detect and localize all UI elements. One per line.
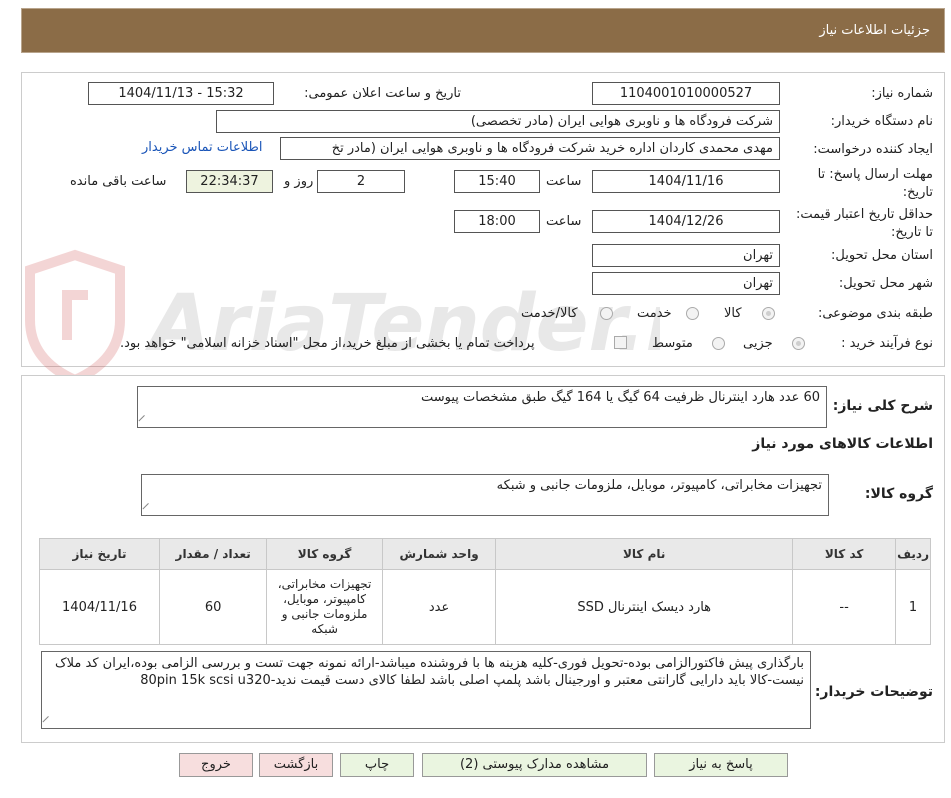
reply-deadline-label: مهلت ارسال پاسخ: تا تاریخ:: [817, 167, 933, 200]
creator-field: مهدی محمدی کاردان اداره خرید شرکت فرودگا…: [280, 137, 780, 160]
col-header-row: ردیف: [895, 538, 931, 570]
print-button[interactable]: چاپ: [340, 753, 414, 777]
process-radio-minor[interactable]: [792, 337, 805, 350]
reply-time-field: 15:40: [454, 170, 540, 193]
goods-info-title: اطلاعات کالاهای مورد نیاز: [752, 436, 933, 452]
page-header: جزئیات اطلاعات نیاز: [21, 8, 945, 53]
cell-quantity: 60: [159, 569, 268, 645]
need-number-field: 1104001010000527: [592, 82, 780, 105]
reply-time-label: ساعت: [546, 174, 582, 189]
cell-row-number: 1: [895, 569, 931, 645]
buyer-notes-text: بارگذاری پیش فاکتورالزامی بوده-تحویل فور…: [55, 656, 804, 688]
summary-textarea[interactable]: 60 عدد هارد اینترنال ظرفیت 64 گیگ یا 164…: [137, 386, 827, 428]
validity-time-label: ساعت: [546, 214, 582, 229]
province-label: استان محل تحویل:: [831, 248, 933, 263]
goods-group-textarea[interactable]: تجهیزات مخابراتی، کامپیوتر، موبایل، ملزو…: [141, 474, 829, 516]
cell-unit: عدد: [381, 569, 497, 645]
category-radio-goods[interactable]: [762, 307, 775, 320]
need-number-label: شماره نیاز:: [871, 86, 933, 101]
days-field: 2: [317, 170, 405, 193]
page-title: جزئیات اطلاعات نیاز: [819, 23, 930, 38]
goods-group-label: گروه کالا:: [864, 486, 933, 502]
validity-date-field: 1404/12/26: [592, 210, 780, 233]
reply-button[interactable]: پاسخ به نیاز: [654, 753, 788, 777]
validity-time-field: 18:00: [454, 210, 540, 233]
buyer-contact-link[interactable]: اطلاعات تماس خریدار: [142, 140, 262, 155]
city-field: تهران: [592, 272, 780, 295]
items-table-header: ردیف کد کالا نام کالا واحد شمارش گروه کا…: [38, 538, 931, 570]
goods-group-text: تجهیزات مخابراتی، کامپیوتر، موبایل، ملزو…: [496, 478, 822, 493]
buyer-org-field: شرکت فرودگاه ها و ناوبری هوایی ایران (ما…: [216, 110, 780, 133]
category-radio-goods-service[interactable]: [600, 307, 613, 320]
category-option-goods-service: کالا/خدمت: [521, 306, 578, 321]
view-attachments-button[interactable]: مشاهده مدارک پیوستی (2): [422, 753, 647, 777]
cell-group: تجهیزات مخابراتی، کامپیوتر، موبایل، ملزو…: [266, 569, 383, 645]
buyer-notes-textarea[interactable]: بارگذاری پیش فاکتورالزامی بوده-تحویل فور…: [41, 651, 811, 729]
col-header-quantity: تعداد / مقدار: [159, 538, 268, 570]
province-field: تهران: [592, 244, 780, 267]
category-label: طبقه بندی موضوعی:: [817, 306, 933, 321]
remaining-label: ساعت باقی مانده: [70, 174, 167, 189]
validity-label: حداقل تاریخ اعتبار قیمت: تا تاریخ:: [795, 207, 933, 240]
buyer-org-label: نام دستگاه خریدار:: [830, 114, 933, 129]
category-radio-service[interactable]: [686, 307, 699, 320]
treasury-payment-note: پرداخت تمام یا بخشی از مبلغ خرید،از محل …: [120, 336, 535, 351]
treasury-payment-checkbox[interactable]: [614, 336, 627, 349]
items-table: ردیف کد کالا نام کالا واحد شمارش گروه کا…: [38, 538, 931, 645]
days-label: روز و: [284, 174, 314, 189]
resize-grip-icon[interactable]: [142, 502, 155, 515]
table-row: 1 -- هارد دیسک اینترنال SSD عدد تجهیزات …: [38, 569, 931, 645]
col-header-group: گروه کالا: [266, 538, 383, 570]
buyer-notes-label: توضیحات خریدار:: [814, 684, 933, 700]
reply-date-field: 1404/11/16: [592, 170, 780, 193]
cell-need-date: 1404/11/16: [38, 569, 161, 645]
city-label: شهر محل تحویل:: [838, 276, 933, 291]
remaining-time-field: 22:34:37: [186, 170, 273, 193]
resize-grip-icon[interactable]: [42, 715, 55, 728]
cell-code: --: [792, 569, 897, 645]
category-option-goods: کالا: [724, 306, 742, 321]
back-button[interactable]: بازگشت: [259, 753, 333, 777]
exit-button[interactable]: خروج: [179, 753, 253, 777]
col-header-code: کد کالا: [792, 538, 897, 570]
process-option-medium: متوسط: [652, 336, 693, 351]
process-option-minor: جزیی: [743, 336, 773, 351]
creator-label: ایجاد کننده درخواست:: [813, 142, 933, 157]
col-header-name: نام کالا: [495, 538, 794, 570]
summary-text: 60 عدد هارد اینترنال ظرفیت 64 گیگ یا 164…: [421, 390, 820, 405]
process-label: نوع فرآیند خرید :: [841, 336, 933, 351]
col-header-date: تاریخ نیاز: [38, 538, 161, 570]
cell-name: هارد دیسک اینترنال SSD: [495, 569, 794, 645]
announce-field: 1404/11/13 - 15:32: [88, 82, 274, 105]
resize-grip-icon[interactable]: [138, 414, 151, 427]
summary-label: شرح کلی نیاز:: [832, 398, 933, 414]
col-header-unit: واحد شمارش: [381, 538, 497, 570]
category-option-service: خدمت: [637, 306, 672, 321]
process-radio-medium[interactable]: [712, 337, 725, 350]
announce-label: تاریخ و ساعت اعلان عمومی:: [304, 86, 461, 101]
